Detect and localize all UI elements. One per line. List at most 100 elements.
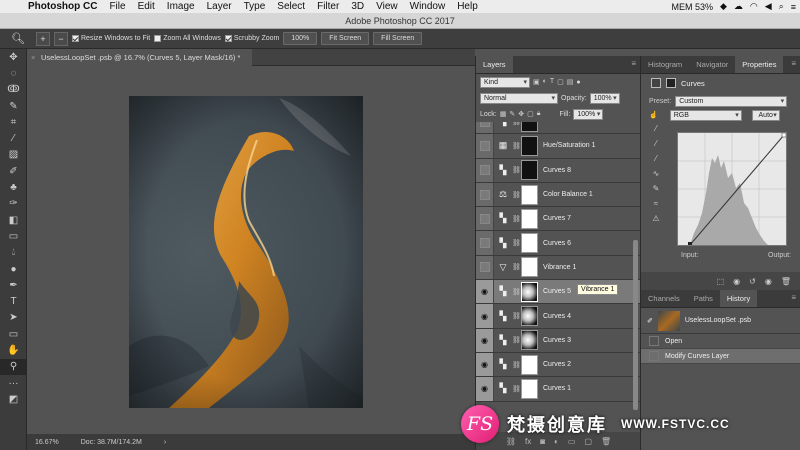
resize-windows-checkbox[interactable]: Resize Windows to Fit (72, 35, 150, 42)
layer-row[interactable]: ▚⛓ (476, 122, 640, 135)
fit-screen-button[interactable]: Fit Screen (321, 32, 370, 45)
history-brush-source-box[interactable] (649, 351, 659, 361)
eye-icon[interactable]: ◉ (476, 280, 494, 304)
layer-mask-thumbnail[interactable] (521, 184, 538, 205)
kind-filter-select[interactable]: Kind (480, 76, 530, 88)
tab-navigator[interactable]: Navigator (689, 56, 735, 73)
layer-mask-thumbnail[interactable] (521, 330, 538, 351)
clipping-warning-icon[interactable]: ⚠ (652, 214, 659, 223)
layer-row[interactable]: ◉ ▚ ⛓ Curves 3 (476, 328, 640, 353)
zoom-all-windows-checkbox[interactable]: Zoom All Windows (154, 35, 221, 42)
document-tab[interactable]: × UselessLoopSet .psb @ 16.7% (Curves 5,… (27, 49, 252, 66)
layer-row[interactable]: ▽ ⛓ Vibrance 1 (476, 255, 640, 281)
history-brush-source-box[interactable] (649, 336, 659, 346)
type-tool-icon[interactable]: T (0, 293, 27, 309)
lock-pixels-icon[interactable]: ▦ (500, 110, 507, 118)
filter-toggle-icon[interactable]: ● (576, 79, 580, 86)
visibility-toggle[interactable] (476, 158, 494, 182)
preset-select[interactable]: Custom (675, 95, 788, 107)
curve-point-tool-icon[interactable]: ∿ (653, 169, 660, 178)
scrubby-zoom-checkbox[interactable]: Scrubby Zoom (224, 35, 279, 42)
layer-row[interactable]: ◉ ▚ ⛓ Curves 4 (476, 304, 640, 329)
auto-button[interactable]: Auto (751, 109, 780, 121)
history-brush-tool-icon[interactable]: ✑ (0, 196, 27, 212)
tab-history[interactable]: History (719, 290, 758, 307)
layer-mask-thumbnail[interactable] (521, 233, 538, 254)
status-menu-icon[interactable]: › (164, 439, 166, 446)
mask-icon[interactable] (666, 78, 676, 88)
panel-menu-icon[interactable]: ≡ (791, 293, 796, 302)
app-menu[interactable]: Photoshop CC (22, 1, 103, 12)
crop-tool-icon[interactable]: ⌗ (0, 114, 27, 130)
lock-position-icon[interactable]: ✥ (518, 110, 524, 118)
lasso-tool-icon[interactable]: ↂ (0, 82, 27, 98)
search-icon[interactable]: ⌕ (779, 1, 784, 12)
channel-select[interactable]: RGB (669, 109, 742, 121)
layer-mask-thumbnail[interactable] (521, 281, 538, 302)
quick-select-tool-icon[interactable]: ✎ (0, 98, 27, 114)
visibility-toggle[interactable] (476, 122, 494, 134)
eye-icon[interactable]: ◉ (476, 352, 494, 377)
layer-mask-thumbnail[interactable] (521, 208, 538, 229)
marquee-tool-icon[interactable]: ◌ (0, 65, 27, 81)
opacity-field[interactable]: 100% (589, 92, 620, 104)
fill-field[interactable]: 100% (573, 108, 604, 120)
view-previous-icon[interactable]: ◉ (733, 277, 740, 286)
path-select-tool-icon[interactable]: ➤ (0, 310, 27, 326)
dropbox-icon[interactable]: ◆ (720, 1, 727, 12)
document-image[interactable] (129, 96, 363, 408)
target-adjust-icon[interactable]: ☝ (649, 111, 658, 119)
close-tab-icon[interactable]: × (31, 49, 35, 66)
zoom-tool-icon[interactable]: ⚲ (0, 358, 27, 375)
curves-adjustment-icon[interactable] (651, 78, 661, 88)
brush-tool-icon[interactable]: ✐ (0, 163, 27, 179)
adjust-filter-icon[interactable]: ◐ (543, 78, 547, 86)
hand-tool-icon[interactable]: ✋ (0, 342, 27, 358)
lock-paint-icon[interactable]: ✎ (509, 110, 515, 118)
fill-screen-button[interactable]: Fill Screen (373, 32, 423, 45)
black-point-eyedropper-icon[interactable]: ⁄ (655, 124, 656, 133)
zoom-out-icon[interactable]: − (54, 31, 68, 46)
shape-filter-icon[interactable]: ▢ (557, 78, 564, 86)
layer-row[interactable]: ▚ ⛓ Curves 7 (476, 207, 640, 232)
menu-help[interactable]: Help (451, 1, 484, 12)
menu-edit[interactable]: Edit (132, 1, 161, 12)
eraser-tool-icon[interactable]: ◧ (0, 212, 27, 228)
zoom-in-icon[interactable]: + (36, 31, 50, 46)
visibility-toggle[interactable] (476, 134, 494, 158)
layer-mask-thumbnail[interactable] (521, 135, 538, 156)
zoom-tool-preset-icon[interactable]: 🔍︎ (4, 31, 32, 47)
layer-mask-thumbnail[interactable] (521, 378, 538, 399)
clone-stamp-tool-icon[interactable]: ♣ (0, 179, 27, 195)
layer-mask-thumbnail[interactable] (521, 160, 538, 181)
visibility-toggle[interactable] (476, 182, 494, 207)
layer-mask-thumbnail[interactable] (521, 354, 538, 375)
tab-histogram[interactable]: Histogram (641, 56, 689, 73)
lock-all-icon[interactable]: 🔒︎ (537, 110, 541, 118)
tab-channels[interactable]: Channels (641, 290, 687, 307)
smart-filter-icon[interactable]: ▤ (567, 78, 574, 86)
tab-properties[interactable]: Properties (735, 56, 784, 73)
visibility-toggle[interactable] (476, 207, 494, 231)
layer-row[interactable]: ▦ ⛓ Hue/Saturation 1 (476, 134, 640, 159)
tab-paths[interactable]: Paths (687, 290, 720, 307)
volume-icon[interactable]: ◀ (765, 1, 772, 12)
healing-brush-tool-icon[interactable]: ▨ (0, 147, 27, 163)
dodge-tool-icon[interactable]: ● (0, 261, 27, 277)
canvas-area[interactable] (27, 66, 475, 434)
tab-layers[interactable]: Layers (476, 56, 513, 73)
layer-row[interactable]: ⚖ ⛓ Color Balance 1 (476, 182, 640, 208)
move-tool-icon[interactable]: ✥ (0, 49, 27, 65)
eyedropper-tool-icon[interactable]: ⁄ (0, 130, 27, 146)
layer-mask-thumbnail[interactable] (521, 122, 538, 132)
menu-view[interactable]: View (370, 1, 404, 12)
menu-file[interactable]: File (103, 1, 131, 12)
gray-point-eyedropper-icon[interactable]: ⁄ (655, 139, 656, 148)
white-point-eyedropper-icon[interactable]: ⁄ (655, 154, 656, 163)
zoom-level[interactable]: 16.67% (35, 439, 59, 446)
zoom-100-button[interactable]: 100% (283, 32, 318, 45)
cloud-icon[interactable]: ☁ (734, 1, 743, 12)
menu-image[interactable]: Image (161, 1, 201, 12)
menu-filter[interactable]: Filter (311, 1, 345, 12)
brush-source-icon[interactable]: ✐ (647, 317, 653, 325)
